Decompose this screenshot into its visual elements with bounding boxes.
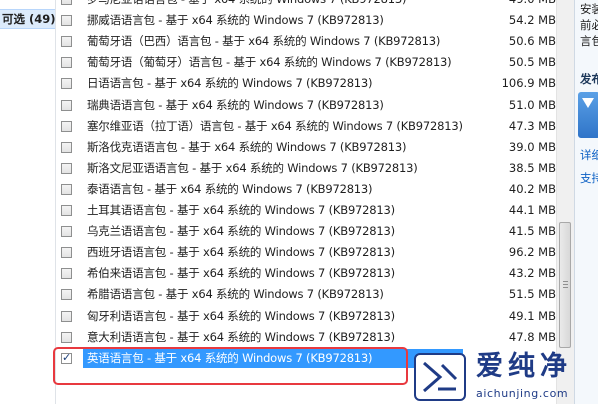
update-name: 英语语言包 - 基于 x64 系统的 Windows 7 (KB972813) (87, 350, 373, 365)
update-checkbox[interactable] (61, 15, 72, 27)
update-size: 47.3 MB (508, 118, 556, 133)
update-checkbox[interactable] (61, 162, 72, 174)
update-row[interactable]: 日语语言包 - 基于 x64 系统的 Windows 7 (KB972813) 1… (56, 74, 556, 95)
watermark: 爱纯净 aichunjing.com (412, 351, 598, 404)
thumb-grip (563, 281, 568, 282)
update-checkbox[interactable] (61, 289, 72, 301)
update-size: 44.1 MB (508, 203, 556, 217)
update-row[interactable]: 斯洛伐克语语言包 - 基于 x64 系统的 Windows 7 (KB97281… (56, 138, 556, 159)
update-row[interactable]: 希伯来语语言包 - 基于 x64 系统的 Windows 7 (KB972813… (56, 264, 556, 285)
details-link[interactable]: 详细 (580, 147, 598, 163)
update-size: 96.2 MB (508, 245, 556, 260)
update-name: 葡萄牙语（巴西）语言包 - 基于 x64 系统的 Windows 7 (KB97… (87, 34, 441, 49)
update-checkbox[interactable] (61, 226, 72, 238)
update-size: 50.6 MB (508, 34, 556, 49)
update-checkbox[interactable] (61, 205, 72, 216)
update-name: 日语语言包 - 基于 x64 系统的 Windows 7 (KB972813) (87, 76, 373, 91)
details-text-line: 言包 (580, 34, 598, 48)
update-size: 49.1 MB (508, 308, 556, 323)
update-checkbox[interactable] (61, 36, 72, 48)
update-size: 47.8 MB (508, 329, 556, 344)
update-checkbox[interactable] (61, 310, 72, 322)
update-checkbox[interactable] (61, 78, 72, 90)
update-row[interactable]: 挪威语语言包 - 基于 x64 系统的 Windows 7 (KB972813)… (56, 11, 556, 32)
update-name: 塞尔维亚语（拉丁语）语言包 - 基于 x64 系统的 Windows 7 (KB… (87, 118, 463, 133)
update-size: 43.2 MB (508, 266, 556, 281)
update-name: 斯洛文尼亚语语言包 - 基于 x64 系统的 Windows 7 (KB9728… (87, 160, 418, 175)
watermark-url: aichunjing.com (476, 387, 569, 400)
update-name: 土耳其语语言包 - 基于 x64 系统的 Windows 7 (KB972813… (87, 203, 395, 217)
vertical-scrollbar[interactable] (556, 0, 574, 404)
update-row[interactable]: 葡萄牙语（葡萄牙）语言包 - 基于 x64 系统的 Windows 7 (KB9… (56, 53, 556, 74)
thumb-grip (563, 287, 568, 288)
update-checkbox[interactable] (61, 183, 72, 195)
scrollbar-thumb[interactable] (559, 222, 571, 348)
details-text-line: 前必 (580, 18, 598, 32)
update-checkbox[interactable] (61, 351, 72, 364)
update-name: 希伯来语语言包 - 基于 x64 系统的 Windows 7 (KB972813… (87, 266, 395, 281)
support-link[interactable]: 支持 (580, 170, 598, 186)
category-optional[interactable]: 可选 (49) (0, 9, 55, 29)
watermark-title: 爱纯净 (476, 351, 572, 382)
update-row[interactable]: 葡萄牙语（巴西）语言包 - 基于 x64 系统的 Windows 7 (KB97… (56, 32, 556, 53)
update-row[interactable]: 塞尔维亚语（拉丁语）语言包 - 基于 x64 系统的 Windows 7 (KB… (56, 117, 556, 138)
update-row[interactable]: 土耳其语语言包 - 基于 x64 系统的 Windows 7 (KB972813… (56, 201, 556, 222)
update-row[interactable]: 意大利语语言包 - 基于 x64 系统的 Windows 7 (KB972813… (56, 328, 556, 349)
update-name: 挪威语语言包 - 基于 x64 系统的 Windows 7 (KB972813) (87, 13, 384, 28)
update-row[interactable]: 乌克兰语语言包 - 基于 x64 系统的 Windows 7 (KB972813… (56, 222, 556, 243)
update-size: 40.2 MB (508, 181, 556, 196)
category-optional-label: 可选 (49) (2, 12, 55, 26)
update-size: 49.0 MB (496, 0, 556, 8)
update-checkbox[interactable] (61, 120, 72, 132)
update-row[interactable]: 泰语语言包 - 基于 x64 系统的 Windows 7 (KB972813) 4… (56, 180, 556, 201)
update-list[interactable]: 罗马尼亚语语言包 - 基于 x64 系统的 Windows 7 (KB97281… (56, 0, 556, 404)
update-size: 51.0 MB (508, 97, 556, 112)
update-size: 54.2 MB (508, 13, 556, 28)
watermark-logo-icon (414, 353, 466, 401)
details-text-line: 安装 (580, 2, 598, 16)
update-name: 匈牙利语语言包 - 基于 x64 系统的 Windows 7 (KB972813… (87, 308, 395, 323)
update-row[interactable]: 西班牙语语言包 - 基于 x64 系统的 Windows 7 (KB972813… (56, 243, 556, 264)
thumb-grip (563, 284, 568, 285)
update-checkbox[interactable] (61, 57, 72, 69)
update-size: 38.5 MB (508, 160, 556, 175)
update-name: 泰语语言包 - 基于 x64 系统的 Windows 7 (KB972813) (87, 181, 373, 196)
update-row[interactable]: 罗马尼亚语语言包 - 基于 x64 系统的 Windows 7 (KB97281… (56, 0, 556, 11)
download-arrow-icon (578, 92, 598, 138)
category-panel: 可选 (49) (0, 0, 56, 404)
update-name: 乌克兰语语言包 - 基于 x64 系统的 Windows 7 (KB972813… (87, 224, 395, 239)
update-name: 罗马尼亚语语言包 - 基于 x64 系统的 Windows 7 (KB97281… (87, 0, 406, 8)
update-row[interactable]: 希腊语语言包 - 基于 x64 系统的 Windows 7 (KB972813)… (56, 285, 556, 306)
update-name: 斯洛伐克语语言包 - 基于 x64 系统的 Windows 7 (KB97281… (87, 139, 407, 154)
update-row[interactable]: 瑞典语语言包 - 基于 x64 系统的 Windows 7 (KB972813)… (56, 96, 556, 117)
update-size: 50.5 MB (508, 55, 556, 70)
details-pane: 安装 前必 言包 发布 详细 支持 (574, 0, 598, 404)
update-checkbox[interactable] (61, 247, 72, 259)
update-size: 51.5 MB (508, 287, 556, 302)
update-row[interactable]: 斯洛文尼亚语语言包 - 基于 x64 系统的 Windows 7 (KB9728… (56, 159, 556, 180)
update-checkbox[interactable] (61, 268, 72, 280)
update-name: 意大利语语言包 - 基于 x64 系统的 Windows 7 (KB972813… (87, 329, 395, 344)
update-checkbox[interactable] (61, 141, 72, 153)
update-name: 瑞典语语言包 - 基于 x64 系统的 Windows 7 (KB972813) (87, 97, 384, 112)
update-name: 西班牙语语言包 - 基于 x64 系统的 Windows 7 (KB972813… (87, 245, 395, 260)
update-name: 希腊语语言包 - 基于 x64 系统的 Windows 7 (KB972813) (87, 287, 384, 302)
update-size: 41.5 MB (508, 224, 556, 239)
update-size: 106.9 MB (501, 76, 556, 91)
update-checkbox[interactable] (61, 99, 72, 111)
update-checkbox[interactable] (61, 0, 72, 5)
update-size: 39.0 MB (508, 139, 556, 154)
update-checkbox[interactable] (61, 331, 72, 343)
update-name: 葡萄牙语（葡萄牙）语言包 - 基于 x64 系统的 Windows 7 (KB9… (87, 55, 452, 70)
details-heading: 发布 (580, 72, 598, 86)
update-row[interactable]: 匈牙利语语言包 - 基于 x64 系统的 Windows 7 (KB972813… (56, 307, 556, 328)
